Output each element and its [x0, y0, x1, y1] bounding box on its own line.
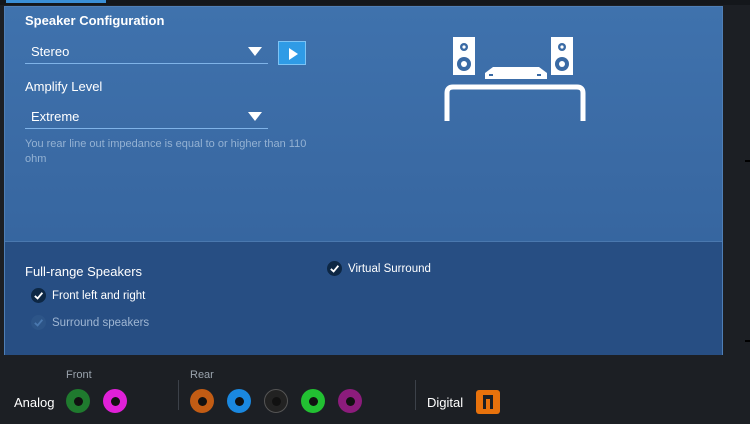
speaker-setup-icon: [444, 37, 586, 121]
speaker-configuration-dropdown[interactable]: Stereo: [25, 41, 268, 64]
chevron-down-icon: [248, 112, 262, 121]
divider: [178, 380, 179, 410]
amplify-level-label: Amplify Level: [25, 79, 103, 94]
surround-speakers-checkbox[interactable]: Surround speakers: [31, 315, 149, 330]
front-green-jack[interactable]: [66, 389, 90, 413]
divider: [415, 380, 416, 410]
front-label: Front: [66, 369, 92, 381]
speakers-panel: Speaker Configuration Stereo Amplify Lev…: [4, 6, 723, 355]
top-bar: [0, 0, 750, 5]
chevron-down-icon: [248, 47, 262, 56]
front-pink-jack[interactable]: [103, 389, 127, 413]
speaker-options-section: Full-range Speakers Front left and right…: [5, 241, 722, 355]
front-left-right-label: Front left and right: [52, 289, 146, 302]
full-range-speakers-label: Full-range Speakers: [25, 264, 143, 279]
amplify-level-dropdown[interactable]: Extreme: [25, 106, 268, 129]
virtual-surround-label: Virtual Surround: [348, 262, 431, 275]
speaker-configuration-title: Speaker Configuration: [25, 13, 165, 28]
speaker-configuration-value: Stereo: [31, 44, 70, 59]
rear-purple-jack[interactable]: [338, 389, 362, 413]
check-icon: [327, 261, 342, 276]
check-icon: [31, 315, 46, 330]
front-left-right-checkbox[interactable]: Front left and right: [31, 288, 145, 303]
jack-bar: Front Rear Analog Digital: [0, 362, 750, 424]
active-tab-indicator: [6, 0, 106, 3]
amplify-level-value: Extreme: [31, 109, 80, 124]
rear-label: Rear: [190, 369, 214, 381]
rear-black-jack[interactable]: [264, 389, 288, 413]
rear-green-jack[interactable]: [301, 389, 325, 413]
rear-blue-jack[interactable]: [227, 389, 251, 413]
impedance-note: You rear line out impedance is equal to …: [25, 138, 307, 165]
virtual-surround-checkbox[interactable]: Virtual Surround: [327, 261, 431, 276]
play-icon: [289, 48, 298, 60]
check-icon: [31, 288, 46, 303]
rear-orange-jack[interactable]: [190, 389, 214, 413]
analog-label: Analog: [14, 395, 55, 410]
play-test-button[interactable]: [278, 41, 306, 65]
digital-label: Digital: [427, 395, 464, 410]
spdif-icon[interactable]: [476, 390, 500, 414]
surround-speakers-label: Surround speakers: [52, 316, 150, 329]
window-edge-mark: [745, 160, 750, 162]
window-edge-mark: [745, 340, 750, 342]
